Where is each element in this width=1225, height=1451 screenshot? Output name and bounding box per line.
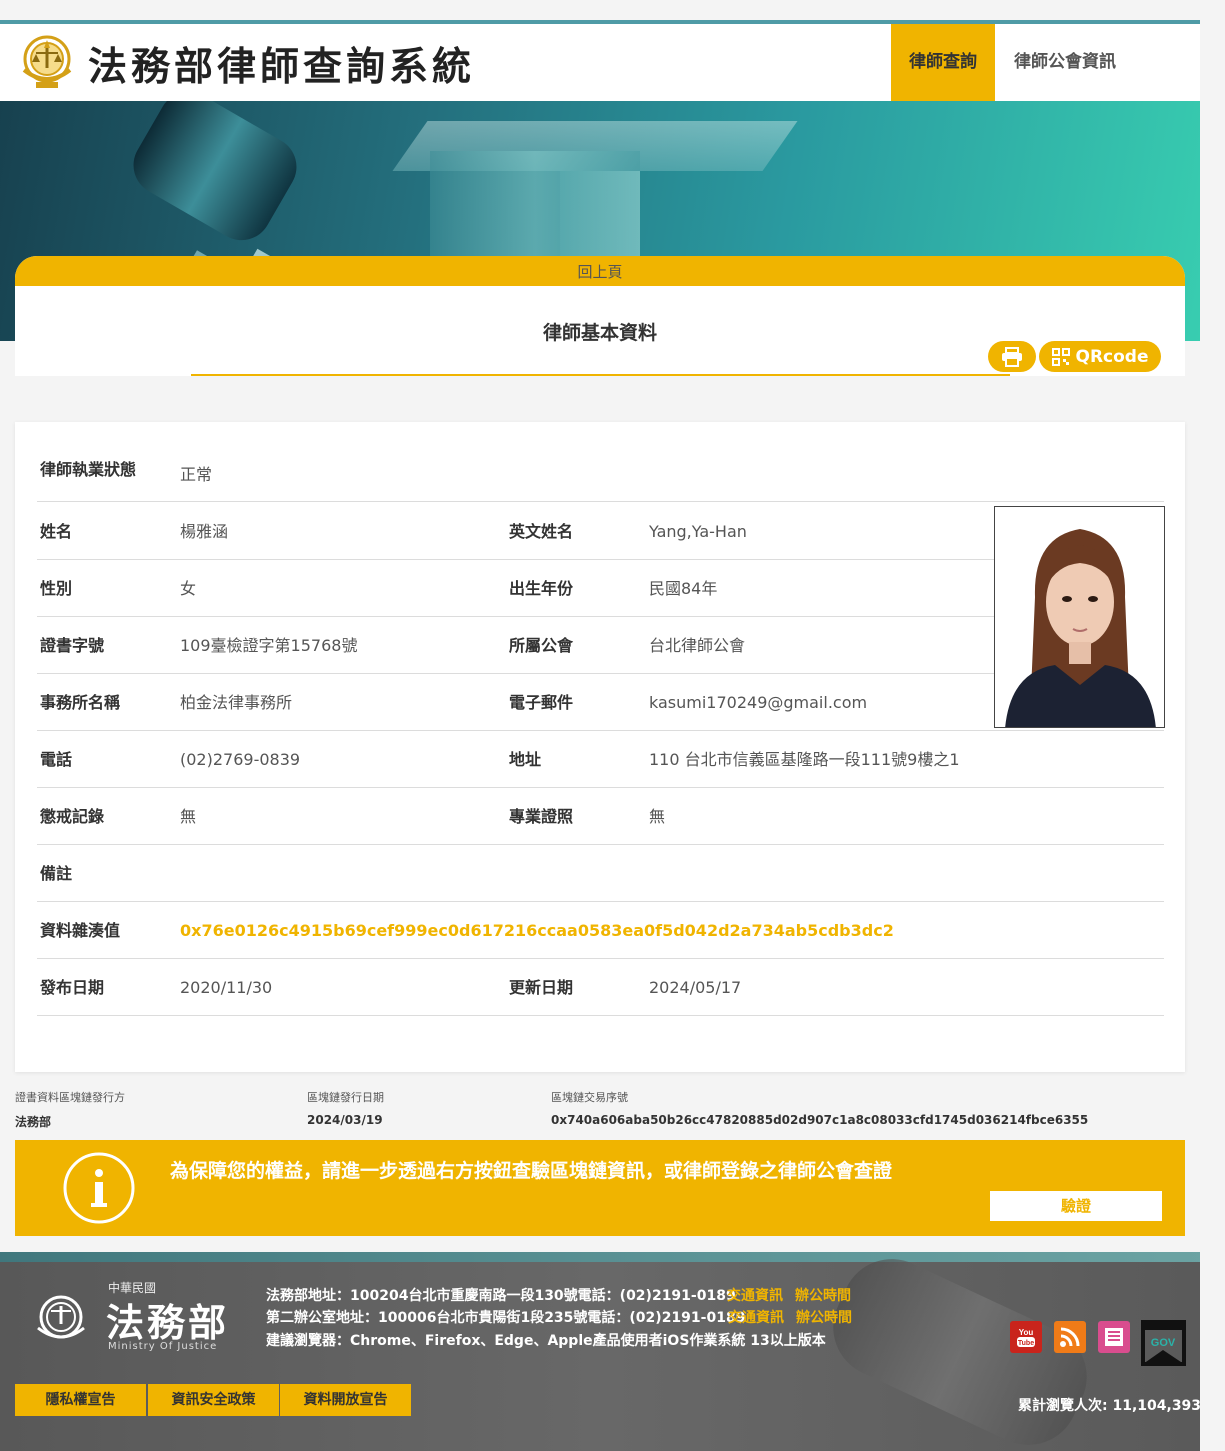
title-underline — [191, 374, 1010, 376]
office-hours-link-2[interactable]: 辦公時間 — [796, 1307, 852, 1327]
tab-bar-association-info[interactable]: 律師公會資訊 — [995, 24, 1135, 101]
info-row-status: 律師執業狀態 正常 — [37, 445, 1164, 502]
license-value: 無 — [649, 807, 666, 826]
blockchain-issuer-label: 證書資料區塊鏈發行方 — [15, 1091, 125, 1104]
hash-label: 資料雜湊值 — [40, 921, 121, 940]
svg-text:You: You — [1019, 1328, 1034, 1337]
email-value: kasumi170249@gmail.com — [649, 693, 868, 712]
moj-emblem-icon[interactable] — [16, 30, 78, 92]
publish-date-value: 2020/11/30 — [180, 978, 273, 997]
notice-text: 為保障您的權益，請進一步透過右方按鈕查驗區塊鏈資訊，或律師登錄之律師公會查證 — [170, 1160, 893, 1182]
address-value: 110 台北市信義區基隆路一段111號9樓之1 — [649, 750, 960, 769]
bar-association-label: 所屬公會 — [509, 636, 574, 655]
blockchain-date-value: 2024/03/19 — [307, 1113, 383, 1127]
footer-top-line — [0, 1252, 1200, 1262]
status-label: 律師執業狀態 — [40, 460, 137, 479]
security-policy-button[interactable]: 資訊安全政策 — [148, 1384, 279, 1416]
gender-label: 性別 — [40, 579, 73, 598]
qrcode-label: QRcode — [1075, 346, 1149, 367]
visit-counter: 累計瀏覽人次: 11,104,393 — [1018, 1398, 1200, 1414]
moj-emblem-icon — [37, 1295, 85, 1339]
printer-icon — [1002, 346, 1022, 367]
bar-association-value: 台北律師公會 — [649, 636, 746, 655]
gov-icon[interactable]: GOV — [1141, 1320, 1186, 1366]
update-date-value: 2024/05/17 — [649, 978, 742, 997]
firm-value: 柏金法律事務所 — [180, 693, 293, 712]
info-icon — [63, 1152, 135, 1224]
site-footer: 中華民國 法務部 Ministry Of Justice 法務部地址：10020… — [0, 1252, 1200, 1451]
hash-value-link[interactable]: 0x76e0126c4915b69cef999ec0d617216ccaa058… — [180, 902, 894, 959]
birth-year-label: 出生年份 — [509, 579, 574, 598]
traffic-info-link-2[interactable]: 交通資訊 — [728, 1307, 784, 1327]
lawyer-photo — [994, 506, 1165, 728]
portrait-image — [995, 507, 1164, 727]
qrcode-icon — [1051, 347, 1070, 366]
lawyer-info-card: 律師執業狀態 正常 姓名 楊雅涵 英文姓名 Yang,Ya-Han 性別 女 出… — [15, 422, 1185, 1072]
site-title: 法務部律師查詢系統 — [88, 44, 476, 90]
footer-ministry-name: 法務部 — [106, 1300, 230, 1345]
verify-button[interactable]: 驗證 — [990, 1191, 1162, 1221]
certificate-label: 證書字號 — [40, 636, 105, 655]
info-row-remark: 備註 — [37, 845, 1164, 902]
address-label: 地址 — [509, 750, 542, 769]
info-row-hash: 資料雜湊值 0x76e0126c4915b69cef999ec0d617216c… — [37, 902, 1164, 959]
name-value: 楊雅涵 — [180, 522, 229, 541]
update-date-label: 更新日期 — [509, 978, 574, 997]
print-button[interactable] — [988, 341, 1036, 372]
gender-value: 女 — [180, 579, 197, 598]
english-name-value: Yang,Ya-Han — [649, 522, 747, 541]
phone-value: (02)2769-0839 — [180, 750, 301, 769]
blockchain-tx-label: 區塊鏈交易序號 — [551, 1091, 628, 1104]
qrcode-button[interactable]: QRcode — [1039, 341, 1161, 372]
footer-ministry-english: Ministry Of Justice — [108, 1341, 218, 1352]
info-row-phone: 電話 (02)2769-0839 地址 110 台北市信義區基隆路一段111號9… — [37, 731, 1164, 788]
svg-text:GOV: GOV — [1151, 1337, 1176, 1349]
name-label: 姓名 — [40, 522, 73, 541]
phone-label: 電話 — [40, 750, 73, 769]
office-hours-link[interactable]: 辦公時間 — [795, 1285, 851, 1305]
footer-browsers: 建議瀏覽器：Chrome、Firefox、Edge、Apple產品使用者iOS作… — [266, 1333, 826, 1349]
firm-label: 事務所名稱 — [40, 693, 121, 712]
blockchain-issuer-value: 法務部 — [15, 1115, 52, 1129]
footer-address-1: 法務部地址：100204台北市重慶南路一段130號電話：(02)2191-018… — [266, 1288, 736, 1304]
blockchain-tx-value: 0x740a606aba50b26cc47820885d02d907c1a8c0… — [551, 1113, 1089, 1127]
blockchain-date-label: 區塊鏈發行日期 — [307, 1091, 384, 1104]
birth-year-value: 民國84年 — [649, 579, 718, 598]
english-name-label: 英文姓名 — [509, 522, 574, 541]
banner-gavel-shape — [122, 101, 308, 252]
remark-label: 備註 — [40, 864, 73, 883]
info-row-discipline: 懲戒記錄 無 專業證照 無 — [37, 788, 1164, 845]
youtube-glyph: You Tube — [1017, 1328, 1035, 1347]
svg-text:Tube: Tube — [1018, 1340, 1034, 1347]
traffic-info-link[interactable]: 交通資訊 — [727, 1285, 783, 1305]
newsletter-icon[interactable] — [1098, 1321, 1130, 1353]
status-value: 正常 — [180, 465, 213, 484]
privacy-policy-button[interactable]: 隱私權宣告 — [15, 1384, 146, 1416]
tab-lawyer-search[interactable]: 律師查詢 — [891, 24, 995, 101]
newsletter-glyph — [1105, 1328, 1123, 1346]
footer-address-2: 第二辦公室地址：100006台北市貴陽街1段235號電話：(02)2191-01… — [266, 1310, 746, 1326]
info-row-dates: 發布日期 2020/11/30 更新日期 2024/05/17 — [37, 959, 1164, 1016]
verification-notice: 為保障您的權益，請進一步透過右方按鈕查驗區塊鏈資訊，或律師登錄之律師公會查證 驗… — [15, 1140, 1185, 1236]
publish-date-label: 發布日期 — [40, 978, 105, 997]
email-label: 電子郵件 — [509, 693, 574, 712]
site-header: 法務部律師查詢系統 律師查詢 律師公會資訊 — [0, 24, 1200, 101]
license-label: 專業證照 — [509, 807, 574, 826]
back-button[interactable]: 回上頁 — [15, 256, 1185, 286]
youtube-icon[interactable]: You Tube — [1010, 1321, 1042, 1353]
rss-glyph — [1060, 1327, 1080, 1347]
discipline-value: 無 — [180, 807, 197, 826]
certificate-value: 109臺檢證字第15768號 — [180, 636, 358, 655]
open-data-button[interactable]: 資料開放宣告 — [280, 1384, 411, 1416]
rss-icon[interactable] — [1054, 1321, 1086, 1353]
discipline-label: 懲戒記錄 — [40, 807, 105, 826]
